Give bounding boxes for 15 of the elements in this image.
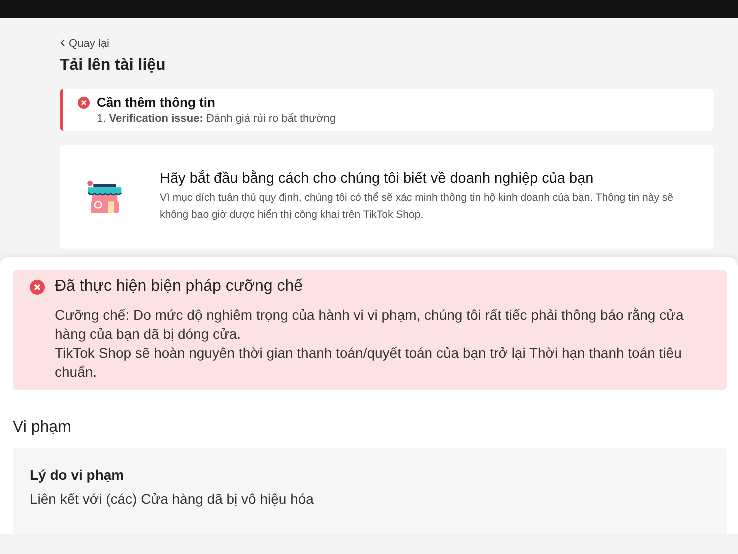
field-value: Liên kết với (các) Cửa hàng dã bị vô hiệu hóa <box>30 491 315 507</box>
field-label: Lý do vi phạm <box>30 467 126 483</box>
section-heading: Vi phạm <box>13 419 72 437</box>
enforcement-text: TikTok Shop sẽ hoàn nguyên thời gian thanh toán/quyết toán của bạn trở lại Thời hạn thanh toán tiêu chuẩn. <box>55 344 683 382</box>
error-icon <box>30 280 45 294</box>
alert-item: 1. Verification issue: Đánh giá rủi ro bất thường <box>97 113 337 125</box>
enforcement-title: Đã thực hiện biện pháp cưỡng chế <box>55 278 304 296</box>
enforcement-text: Cưỡng chế: Do mức dộ nghiêm trọng của hành vi vi phạm, chúng tôi rất tiếc phải thông báo rằng cửa hàng của bạn dã bị dóng cửa. <box>55 306 685 344</box>
back-link[interactable]: Quay lại <box>60 38 110 50</box>
business-title: Hãy bắt đầu bằng cách cho chúng tôi biết về doanh nghiệp của bạn <box>160 170 595 186</box>
alert-title: Cần thêm thông tin <box>97 95 216 110</box>
error-icon <box>78 96 90 108</box>
business-description: Vì mục dích tuân thủ quy định, chúng tôi có thể sẽ xác minh thông tin hộ kinh doanh của bạn. Thông tin này sẽ không bao giờ dược hiển thị công khai trên TikTok Shop. <box>160 190 674 222</box>
page-title: Tải lên tài liệu <box>60 57 167 75</box>
chevron-left-icon <box>60 39 66 47</box>
